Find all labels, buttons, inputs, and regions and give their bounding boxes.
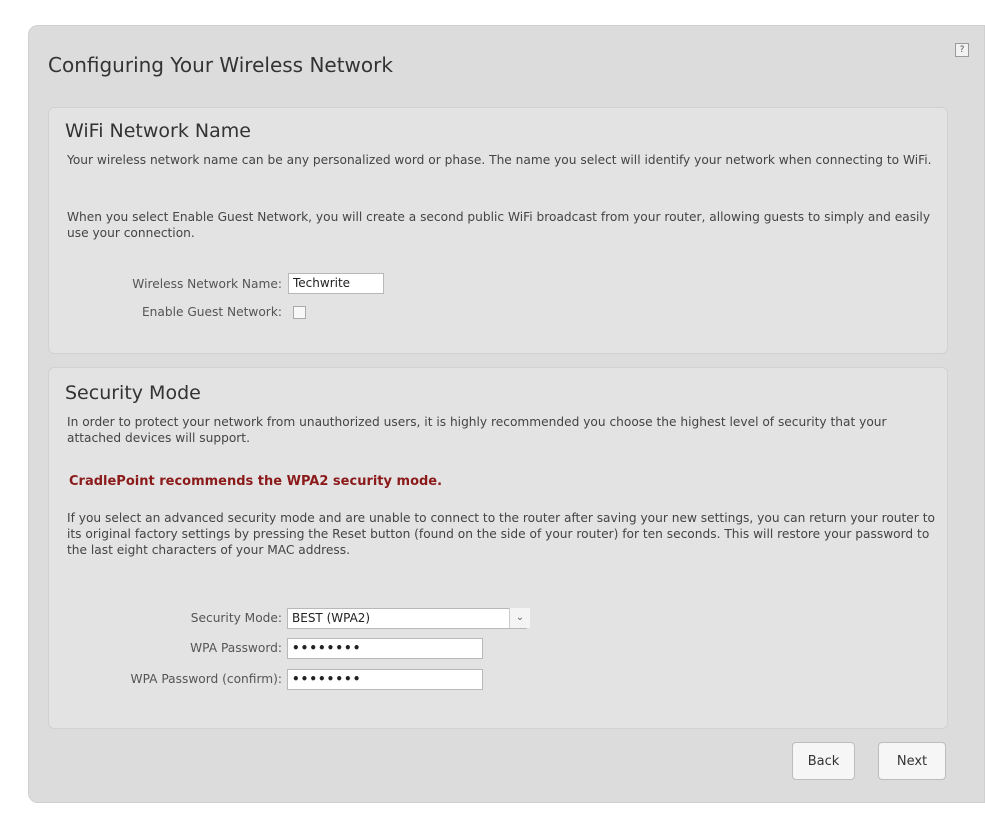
network-name-input[interactable]: Techwrite — [288, 273, 384, 294]
security-description: In order to protect your network from un… — [67, 415, 887, 445]
wifi-section-title: WiFi Network Name — [65, 120, 251, 142]
wifi-description: Your wireless network name can be any pe… — [67, 153, 932, 167]
wpa-password-confirm-input[interactable]: •••••••• — [287, 669, 483, 690]
back-button[interactable]: Back — [792, 742, 855, 780]
wpa-password-confirm-label: WPA Password (confirm): — [130, 672, 282, 686]
guest-network-description: When you select Enable Guest Network, yo… — [67, 210, 931, 240]
next-button[interactable]: Next — [878, 742, 946, 780]
guest-network-checkbox[interactable] — [293, 306, 306, 319]
wpa-password-label: WPA Password: — [190, 641, 282, 655]
guest-network-label: Enable Guest Network: — [141, 305, 282, 319]
help-icon[interactable]: ? — [955, 43, 969, 57]
security-mode-label: Security Mode: — [190, 611, 282, 625]
reset-description: If you select an advanced security mode … — [67, 511, 935, 557]
chevron-down-icon[interactable]: ⌄ — [509, 608, 530, 628]
wifi-network-name-section: WiFi Network Name Your wireless network … — [48, 107, 948, 354]
security-section-title: Security Mode — [65, 382, 201, 404]
wpa-password-input[interactable]: •••••••• — [287, 638, 483, 659]
wpa2-recommendation: CradlePoint recommends the WPA2 security… — [69, 474, 443, 489]
security-mode-select[interactable]: BEST (WPA2) — [287, 608, 527, 629]
page-title: Configuring Your Wireless Network — [48, 53, 393, 77]
wizard-panel: ? Configuring Your Wireless Network WiFi… — [28, 25, 985, 803]
security-mode-value: BEST (WPA2) — [292, 611, 371, 625]
network-name-label: Wireless Network Name: — [132, 277, 282, 291]
security-mode-section: Security Mode In order to protect your n… — [48, 367, 948, 729]
